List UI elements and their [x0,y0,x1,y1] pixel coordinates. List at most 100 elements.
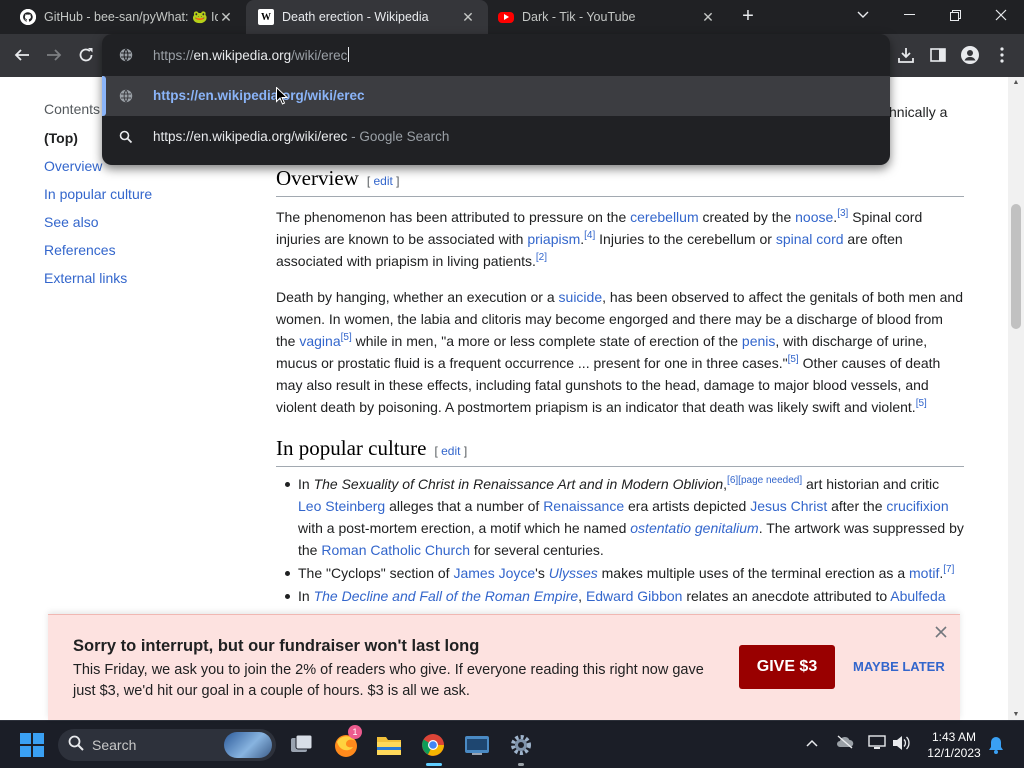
citation[interactable]: [5] [341,332,352,343]
search-icon [119,130,133,147]
maybe-later-button[interactable]: MAYBE LATER [853,659,945,674]
firefox-icon[interactable]: 1 [332,725,362,759]
task-view-icon[interactable] [288,731,316,759]
list-item: In The Decline and Fall of the Roman Emp… [276,585,964,607]
new-tab-button[interactable]: + [738,6,758,26]
close-tab-icon[interactable]: ✕ [460,9,476,26]
profile-icon[interactable] [958,43,982,67]
taskbar-clock[interactable]: 1:43 AM 12/1/2023 [921,729,987,761]
forward-button[interactable] [41,42,67,68]
scroll-thumb[interactable] [1011,204,1021,329]
page-scrollbar[interactable]: ▲ ▼ [1008,77,1024,720]
tab-title: GitHub - bee-san/pyWhat: 🐸 Id [44,9,218,24]
menu-dots-icon[interactable] [990,43,1014,67]
side-panel-icon[interactable] [926,43,950,67]
text: for several centuries. [469,542,604,558]
network-icon[interactable] [868,735,886,754]
edit-link[interactable]: edit [373,174,392,188]
link-crucifixion[interactable]: crucifixion [886,498,948,514]
file-explorer-icon[interactable] [375,731,403,759]
citation[interactable]: [3] [837,208,848,219]
link-edward-gibbon[interactable]: Edward Gibbon [586,588,683,604]
citation[interactable]: [7] [943,564,954,575]
culture-list: In The Sexuality of Christ in Renaissanc… [276,473,964,607]
give-button[interactable]: GIVE $3 [739,645,835,689]
notification-bell-icon[interactable] [988,736,1004,759]
link-decline-and-fall[interactable]: The Decline and Fall of the Roman Empire [314,588,579,604]
paragraph: Death by hanging, whether an execution o… [276,286,964,418]
tab-youtube[interactable]: Dark - Tik - YouTube ✕ [488,0,728,34]
download-icon[interactable] [894,43,918,67]
link-roman-catholic-church[interactable]: Roman Catholic Church [321,542,470,558]
address-input[interactable]: https://en.wikipedia.org/wiki/erec [153,47,350,63]
close-tab-icon[interactable]: ✕ [700,9,716,26]
link-noose[interactable]: noose [795,209,833,225]
section-heading: Overview [ edit ] [276,167,964,197]
selection-indicator [102,76,106,116]
link-suicide[interactable]: suicide [559,289,603,305]
citation[interactable]: [6][page needed] [727,475,802,486]
italic-title: The Sexuality of Christ in Renaissance A… [313,476,724,492]
edit-link[interactable]: edit [441,444,460,458]
link-abulfeda[interactable]: Abulfeda [890,588,945,604]
settings-gear-icon[interactable] [507,731,535,766]
link-leo-steinberg[interactable]: Leo Steinberg [298,498,385,514]
text: Death by hanging, whether an execution o… [276,289,559,305]
link-ostentatio-genitalium[interactable]: ostentatio genitalium [630,520,758,536]
link-cerebellum[interactable]: cerebellum [630,209,698,225]
omnibox-suggestion-url[interactable]: https://en.wikipedia.org/wiki/erec [102,76,890,116]
tab-wikipedia[interactable]: W Death erection - Wikipedia ✕ [246,0,488,34]
search-highlight-image [224,732,272,758]
close-window-button[interactable] [978,0,1024,30]
minimize-button[interactable] [886,0,932,30]
scroll-down-arrow-icon[interactable]: ▼ [1012,711,1020,718]
address-bar[interactable]: https://en.wikipedia.org/wiki/erec [102,34,890,76]
github-icon [20,9,36,25]
link-vagina[interactable]: vagina [299,333,340,349]
link-jesus-christ[interactable]: Jesus Christ [750,498,827,514]
edit-link-wrapper: [ edit ] [434,444,468,458]
globe-icon [119,89,133,106]
toc-item-references[interactable]: References [44,241,234,269]
tray-overflow-chevron-icon[interactable] [806,735,818,750]
citation[interactable]: [4] [584,230,595,241]
link-priapism[interactable]: priapism [527,231,580,247]
link-james-joyce[interactable]: James Joyce [453,565,535,581]
text: In [298,476,314,492]
link-spinal-cord[interactable]: spinal cord [776,231,844,247]
citation[interactable]: [5] [788,354,799,365]
chrome-icon[interactable] [419,731,447,766]
citation[interactable]: [5] [916,398,927,409]
taskbar-search[interactable]: Search [58,729,276,761]
close-tab-icon[interactable]: ✕ [218,9,234,26]
toc-item-external-links[interactable]: External links [44,269,234,297]
banner-close-button[interactable] [932,623,950,641]
site-info-icon[interactable] [119,48,133,67]
terminal-app-icon[interactable] [463,731,491,759]
windows-start-icon[interactable] [18,731,46,759]
restore-button[interactable] [932,0,978,30]
citation[interactable]: [2] [536,252,547,263]
tab-github[interactable]: GitHub - bee-san/pyWhat: 🐸 Id ✕ [0,0,246,34]
scroll-up-arrow-icon[interactable]: ▲ [1012,79,1020,86]
link-penis[interactable]: penis [742,333,775,349]
text: era artists depicted [624,498,751,514]
suggestion-text: https://en.wikipedia.org/wiki/erec - Goo… [153,129,449,144]
link-ulysses[interactable]: Ulysses [549,565,598,581]
banner-title: Sorry to interrupt, but our fundraiser w… [73,637,480,655]
url-host: en.wikipedia.org [193,48,292,63]
onedrive-offline-icon[interactable] [836,735,854,752]
toc-item-see-also[interactable]: See also [44,213,234,241]
omnibox-suggestion-search[interactable]: https://en.wikipedia.org/wiki/erec - Goo… [102,117,890,157]
toc-item-popular-culture[interactable]: In popular culture [44,185,234,213]
reload-button[interactable] [73,42,99,68]
tab-search-chevron-icon[interactable] [840,0,886,30]
volume-icon[interactable] [892,735,910,754]
back-button[interactable] [9,42,35,68]
overview-section: Overview [ edit ] The phenomenon has been… [276,167,964,418]
link-motif[interactable]: motif [909,565,939,581]
text: 's [535,565,549,581]
link-renaissance[interactable]: Renaissance [543,498,624,514]
clock-date: 12/1/2023 [927,746,981,760]
running-indicator [518,763,524,766]
